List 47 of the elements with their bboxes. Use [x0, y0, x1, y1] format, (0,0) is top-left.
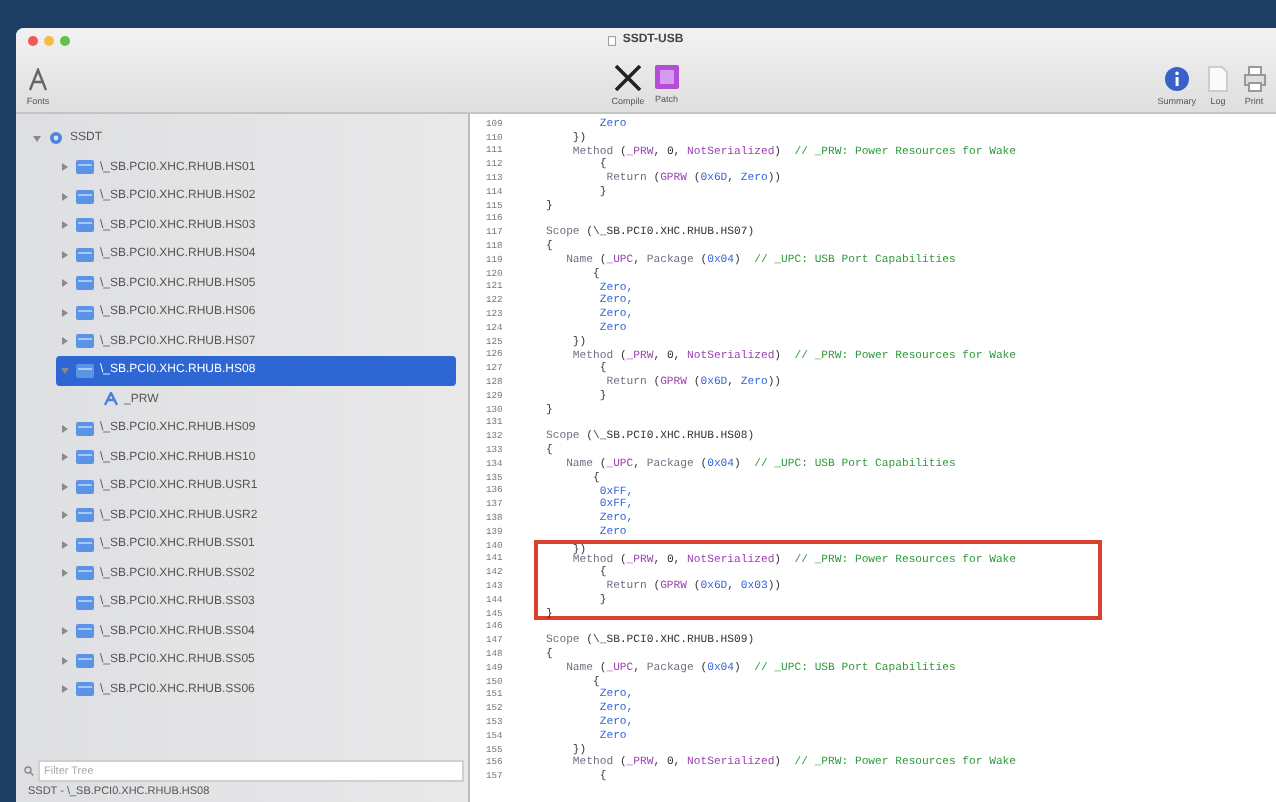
folder-icon: [76, 334, 94, 349]
disclosure-icon[interactable]: [60, 626, 70, 637]
disclosure-icon[interactable]: [60, 684, 70, 695]
method-icon: [104, 392, 118, 407]
disclosure-icon[interactable]: [60, 539, 70, 550]
font-icon: [26, 68, 50, 92]
disclosure-icon[interactable]: [60, 336, 70, 347]
close-button[interactable]: [28, 36, 38, 46]
folder-icon: [76, 624, 94, 639]
folder-icon: [76, 189, 94, 204]
folder-icon: [76, 595, 94, 610]
disclosure-icon[interactable]: [60, 220, 70, 231]
disclosure-icon[interactable]: [60, 568, 70, 579]
folder-icon: [76, 363, 94, 378]
patch-icon: [653, 64, 680, 90]
printer-icon: [1243, 66, 1265, 92]
folder-icon: [76, 421, 94, 436]
folder-icon: [76, 479, 94, 494]
disclosure-icon[interactable]: [60, 307, 70, 318]
search-icon: [24, 766, 34, 776]
document-icon: [1208, 66, 1228, 92]
disclosure-icon[interactable]: [60, 510, 70, 521]
disclosure-icon[interactable]: [60, 249, 70, 260]
disclosure-icon[interactable]: [32, 133, 42, 144]
folder-icon: [76, 218, 94, 233]
folder-icon: [76, 450, 94, 465]
zoom-button[interactable]: [60, 36, 70, 46]
folder-icon: [76, 160, 94, 175]
folder-icon: [76, 537, 94, 552]
disclosure-icon[interactable]: [60, 365, 70, 376]
folder-icon: [76, 305, 94, 320]
disclosure-icon[interactable]: [60, 191, 70, 202]
folder-icon: [76, 508, 94, 523]
disclosure-icon[interactable]: [60, 655, 70, 666]
minimize-button[interactable]: [44, 36, 54, 46]
info-icon: [1163, 66, 1190, 92]
folder-icon: [76, 276, 94, 291]
folder-icon: [76, 653, 94, 668]
folder-icon: [76, 566, 94, 581]
folder-icon: [76, 247, 94, 262]
disclosure-icon[interactable]: [60, 162, 70, 173]
folder-icon: [76, 682, 94, 697]
disclosure-icon[interactable]: [60, 452, 70, 463]
document-icon: [608, 35, 617, 45]
disclosure-icon[interactable]: [60, 423, 70, 434]
disclosure-icon[interactable]: [60, 481, 70, 492]
disclosure-icon[interactable]: [60, 278, 70, 289]
